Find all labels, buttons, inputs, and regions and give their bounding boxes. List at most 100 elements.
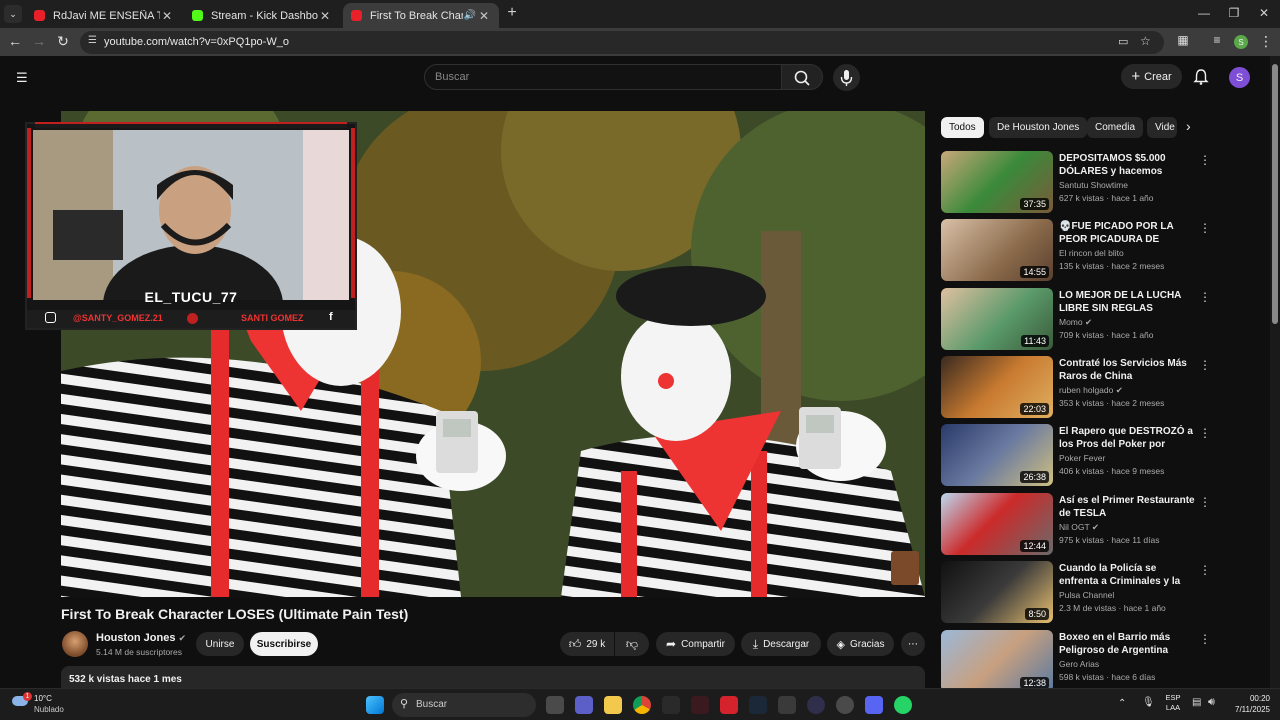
video-thumbnail[interactable]: 22:03 (941, 356, 1053, 418)
video-title[interactable]: Cuando la Policía se enfrenta a Criminal… (1059, 562, 1195, 588)
video-title[interactable]: LO MEJOR DE LA LUCHA LIBRE SIN REGLAS (1059, 289, 1195, 315)
language-indicator[interactable]: ESP LAA (1160, 693, 1186, 713)
channel-avatar[interactable] (62, 631, 88, 657)
video-title[interactable]: Así es el Primer Restaurante de TESLA (1059, 494, 1195, 520)
channel-name[interactable]: Gero Arias (1059, 659, 1099, 669)
tab-first-to-break[interactable]: First To Break Character LOS 🔊 ✕ (343, 3, 499, 28)
tab-rdjavi[interactable]: RdJavi ME ENSEÑA TODA SU CA ✕ (26, 3, 182, 28)
channel-name-main[interactable]: Houston Jones ✔ (96, 632, 186, 644)
reading-list-icon[interactable]: ≡ (1208, 33, 1226, 47)
settings-gear-icon[interactable] (836, 696, 854, 714)
site-info-icon[interactable]: ☰ (88, 35, 97, 46)
teams-icon[interactable] (575, 696, 593, 714)
extensions-icon[interactable]: ▦ (1174, 33, 1192, 47)
youtube-search-input[interactable]: Buscar (424, 64, 782, 90)
description-box[interactable]: 532 k vistas hace 1 mes (61, 666, 925, 688)
video-title[interactable]: El Rapero que DESTROZÓ a los Pros del Po… (1059, 425, 1195, 451)
restore-icon[interactable]: ❐ (1226, 6, 1242, 20)
account-avatar[interactable]: S (1229, 67, 1250, 88)
browser-menu-icon[interactable]: ⋮ (1257, 33, 1275, 50)
share-button[interactable]: ➦ Compartir (656, 632, 735, 656)
steam-icon[interactable] (749, 696, 767, 714)
channel-name-text[interactable]: Nil OGT (1059, 522, 1090, 532)
recommended-video[interactable]: 14:55 💀FUE PICADO POR LA PEOR PICADURA D… (941, 219, 1211, 281)
task-view-icon[interactable] (546, 696, 564, 714)
reload-icon[interactable]: ↻ (54, 33, 72, 50)
more-options-icon[interactable]: ⋮ (1199, 495, 1211, 509)
chip-todos[interactable]: Todos (941, 117, 984, 138)
red-app-icon[interactable] (720, 696, 738, 714)
clock[interactable]: 00:20 7/11/2025 (1224, 693, 1270, 715)
video-thumbnail[interactable]: 12:38 (941, 630, 1053, 688)
close-window-icon[interactable]: ✕ (1256, 6, 1272, 20)
hamburger-menu-icon[interactable]: ☰ (16, 70, 28, 86)
video-thumbnail[interactable]: 37:35 (941, 151, 1053, 213)
voice-search-button[interactable] (833, 64, 860, 91)
more-options-icon[interactable]: ⋮ (1199, 290, 1211, 304)
profile-avatar[interactable]: S (1234, 35, 1248, 49)
channel-name[interactable]: Poker Fever (1059, 453, 1105, 463)
recommended-video[interactable]: 11:43 LO MEJOR DE LA LUCHA LIBRE SIN REG… (941, 288, 1211, 350)
notifications-bell-icon[interactable] (1192, 68, 1210, 86)
channel-name-text[interactable]: ruben holgado (1059, 385, 1113, 395)
whatsapp-icon[interactable] (894, 696, 912, 714)
back-icon[interactable]: ← (6, 33, 24, 49)
chip-comedia[interactable]: Comedia (1087, 117, 1144, 138)
recommended-video[interactable]: 12:38 Boxeo en el Barrio más Peligroso d… (941, 630, 1211, 688)
chrome-icon[interactable] (633, 696, 651, 714)
network-icon[interactable]: ▤ (1192, 697, 1201, 708)
download-button[interactable]: ⤓ Descargar (741, 632, 821, 656)
tray-mic-icon[interactable]: 🎙︎ (1142, 697, 1155, 708)
join-button[interactable]: Unirse (196, 632, 244, 656)
channel-name[interactable]: El rincon del blito (1059, 248, 1124, 258)
minimize-icon[interactable]: — (1196, 6, 1212, 20)
video-thumbnail[interactable]: 26:38 (941, 424, 1053, 486)
scrollbar-thumb[interactable] (1272, 64, 1278, 324)
create-button[interactable]: + Crear (1121, 64, 1182, 89)
channel-name[interactable]: ruben holgado ✔ (1059, 385, 1123, 396)
epic-games-icon[interactable] (662, 696, 680, 714)
video-title[interactable]: DEPOSITAMOS $5.000 DÓLARES y hacemos HIS… (1059, 152, 1195, 178)
video-thumbnail[interactable]: 12:44 (941, 493, 1053, 555)
video-title[interactable]: 💀FUE PICADO POR LA PEOR PICADURA DE TODA… (1059, 220, 1195, 246)
recommended-video[interactable]: 26:38 El Rapero que DESTROZÓ a los Pros … (941, 424, 1211, 486)
audio-playing-icon[interactable]: 🔊 (463, 10, 477, 21)
more-options-icon[interactable]: ⋮ (1199, 632, 1211, 646)
more-options-icon[interactable]: ⋮ (1199, 153, 1211, 167)
address-bar[interactable]: ☰ youtube.com/watch?v=0xPQ1po-W_o ▭ ☆ (80, 31, 1164, 54)
url-text[interactable]: youtube.com/watch?v=0xPQ1po-W_o (104, 36, 289, 48)
chips-next-chevron-icon[interactable]: › (1186, 118, 1191, 134)
new-tab-button[interactable]: + (504, 4, 520, 22)
more-options-icon[interactable]: ⋮ (1199, 563, 1211, 577)
weather-widget[interactable]: 1 10°C Nublado (10, 692, 100, 718)
bookmark-star-icon[interactable]: ☆ (1140, 34, 1151, 48)
search-button[interactable] (781, 64, 823, 90)
thanks-button[interactable]: ◈ Gracias (827, 632, 894, 656)
recommended-video[interactable]: 8:50 Cuando la Policía se enfrenta a Cri… (941, 561, 1211, 623)
channel-name[interactable]: Momo ✔ (1059, 317, 1092, 328)
more-options-icon[interactable]: ⋮ (1199, 358, 1211, 372)
more-actions-button[interactable]: ⋯ (901, 632, 925, 656)
close-tab-icon[interactable]: ✕ (477, 9, 491, 23)
cast-icon[interactable]: ▭ (1118, 35, 1128, 48)
volume-icon[interactable]: 🔊︎ (1208, 696, 1215, 709)
tab-search-chevron-icon[interactable]: ⌄ (4, 5, 22, 23)
valorant-icon[interactable] (691, 696, 709, 714)
windows-start-icon[interactable] (366, 696, 384, 714)
tray-chevron-icon[interactable]: ⌃ (1118, 698, 1126, 709)
subscribe-button[interactable]: Suscribirse (250, 632, 318, 656)
tab-kick-dashboard[interactable]: Stream - Kick Dashboard ✕ (184, 3, 340, 28)
channel-name[interactable]: Nil OGT ✔ (1059, 522, 1099, 533)
channel-name-main-text[interactable]: Houston Jones (96, 632, 175, 644)
video-thumbnail[interactable]: 11:43 (941, 288, 1053, 350)
more-options-icon[interactable]: ⋮ (1199, 426, 1211, 440)
dislike-button[interactable]: 👎︎ (615, 632, 649, 656)
chip-de-houston-jones[interactable]: De Houston Jones (989, 117, 1088, 138)
obs-icon[interactable] (807, 696, 825, 714)
recommended-video[interactable]: 22:03 Contraté los Servicios Más Raros d… (941, 356, 1211, 418)
close-tab-icon[interactable]: ✕ (160, 9, 174, 23)
close-tab-icon[interactable]: ✕ (318, 9, 332, 23)
app-window-icon[interactable] (778, 696, 796, 714)
taskbar-search[interactable]: ⚲ Buscar (392, 693, 536, 717)
file-explorer-icon[interactable] (604, 696, 622, 714)
